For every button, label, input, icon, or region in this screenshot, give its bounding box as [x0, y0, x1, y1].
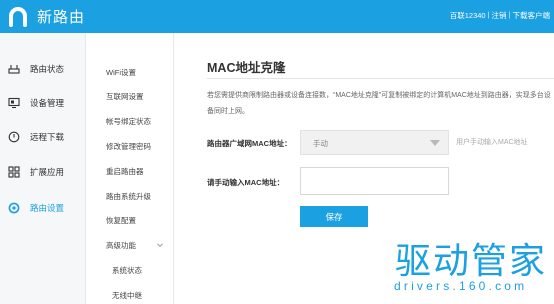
submenu-item-internet-settings[interactable]: 互联网设置 [106, 91, 144, 102]
sidebar: 路由状态 设备管理 远程下载 扩展应用 路由设置 [0, 33, 86, 304]
download-client-link[interactable]: 下载客户端 [513, 10, 551, 21]
brand-name: 新路由 [37, 8, 86, 26]
chevron-down-icon[interactable] [156, 241, 164, 249]
gear-icon [8, 202, 20, 214]
sidebar-item-router-settings[interactable]: 路由设置 [0, 193, 86, 223]
sidebar-item-label: 扩展应用 [30, 167, 65, 177]
account-link[interactable]: 百联12340 [450, 10, 486, 21]
download-clock-icon [8, 131, 20, 143]
submenu-item-reboot-router[interactable]: 重启路由器 [106, 166, 144, 177]
apps-grid-icon [8, 166, 20, 178]
top-bar: 新路由 百联12340 | 注销 | 下载客户端 [0, 0, 554, 33]
save-button[interactable]: 保存 [300, 206, 368, 227]
sidebar-item-device-management[interactable]: 设备管理 [0, 88, 86, 118]
submenu-item-wireless-repeater[interactable]: 无线中继 [112, 290, 142, 301]
router-icon [8, 63, 20, 75]
submenu-item-wifi-settings[interactable]: WiFi设置 [106, 67, 136, 78]
submenu-item-system-upgrade[interactable]: 路由系统升级 [106, 191, 151, 202]
header-separator: | [508, 10, 511, 19]
caret-down-icon [430, 140, 440, 146]
title-divider [207, 78, 554, 79]
sidebar-item-extensions[interactable]: 扩展应用 [0, 157, 86, 187]
watermark-title: 驱动管家 [395, 240, 548, 281]
manual-mac-label: 请手动输入MAC地址： [207, 178, 285, 187]
page-description: 若您需提供商限制路由器或设备连接数，“MAC地址克隆”可复制被绑定的计算机MAC… [207, 92, 551, 115]
sidebar-item-label: 设备管理 [30, 98, 65, 108]
manual-mac-input[interactable] [300, 167, 449, 195]
wan-mac-hint: 用户手动输入MAC地址 [456, 139, 528, 146]
watermark: 驱动管家 drivers.160.com [390, 232, 554, 304]
submenu-item-account-binding[interactable]: 帐号绑定状态 [106, 116, 151, 127]
sidebar-item-remote-download[interactable]: 远程下载 [0, 122, 86, 152]
logout-link[interactable]: 注销 [492, 10, 507, 21]
brand-logo[interactable]: 新路由 [7, 5, 85, 27]
submenu-item-change-password[interactable]: 修改管理密码 [106, 141, 151, 152]
submenu-item-advanced-features[interactable]: 高级功能 [106, 240, 136, 251]
settings-submenu: WiFi设置 互联网设置 帐号绑定状态 修改管理密码 重启路由器 路由系统升级 … [86, 33, 174, 304]
watermark-url: drivers.160.com [394, 279, 528, 293]
wan-mac-label: 路由器广域网MAC地址： [207, 139, 292, 148]
sidebar-item-label: 路由状态 [30, 64, 65, 74]
sidebar-item-label: 远程下载 [30, 132, 65, 142]
submenu-item-restore-config[interactable]: 恢复配置 [106, 215, 136, 226]
wan-mac-selected-value: 手动 [313, 139, 328, 148]
page-title: MAC地址克隆 [207, 61, 286, 75]
sidebar-item-label: 路由设置 [30, 203, 65, 213]
header-links: 百联12340 | 注销 | 下载客户端 [450, 10, 550, 21]
submenu-item-system-status[interactable]: 系统状态 [112, 265, 142, 276]
router-logo-icon [9, 7, 27, 27]
wan-mac-select[interactable]: 手动 [300, 130, 449, 155]
header-separator: | [487, 10, 490, 19]
sidebar-item-router-status[interactable]: 路由状态 [0, 54, 86, 84]
monitor-icon [8, 97, 20, 109]
